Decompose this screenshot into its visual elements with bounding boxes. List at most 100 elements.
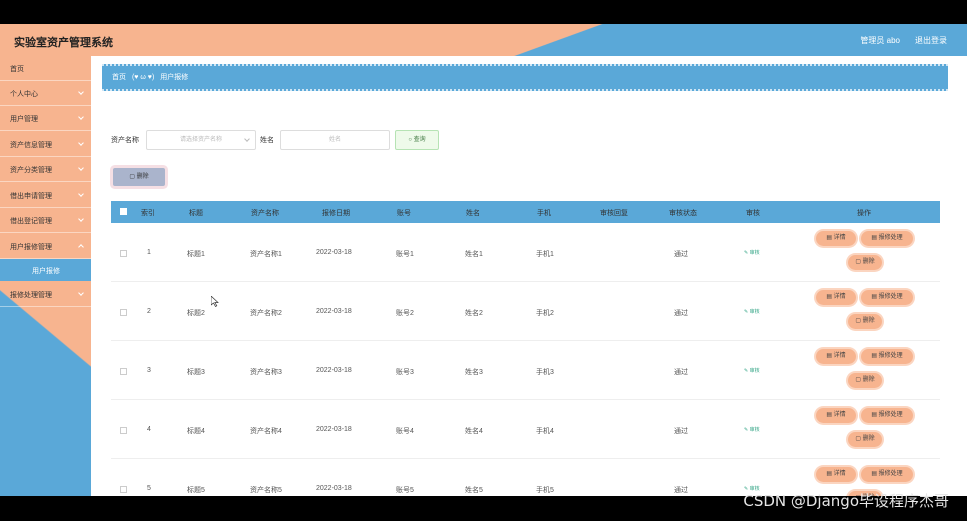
detail-button[interactable]: ▤ 详情 [816,408,856,423]
batch-delete-button[interactable]: ▢ 删除 [113,168,165,186]
select-all-checkbox[interactable] [120,208,127,215]
sidebar-item-label: 资产分类管理 [10,167,52,174]
cell-asset: 资产名称2 [250,310,282,317]
sidebar: 首页 个人中心 用户管理 资产信息管理 资产分类管理 借出申请管理 借出登记管理… [0,56,91,496]
table-row: 1 标题1 资产名称1 2022-03-18 账号1 姓名1 手机1 通过 ✎ … [111,223,940,282]
sidebar-item-label: 个人中心 [10,91,38,98]
edit-icon: ▤ [871,235,879,241]
trash-icon: ▢ [129,174,137,180]
repair-process-button[interactable]: ▤ 报修处理 [861,231,913,246]
repair-process-button[interactable]: ▤ 报修处理 [861,290,913,305]
name-label: 姓名 [260,137,274,144]
chevron-down-icon [78,89,84,95]
edit-icon: ▤ [871,412,879,418]
detail-label: 详情 [833,471,846,477]
row-checkbox[interactable] [120,486,127,493]
audit-label: 审核 [749,250,760,256]
cell-index: 4 [147,426,151,433]
delete-button[interactable]: ▢ 删除 [848,432,882,447]
batch-delete-label: 删除 [136,174,149,180]
sidebar-item-label: 报修处理管理 [10,292,52,299]
detail-label: 详情 [833,353,846,359]
chevron-down-icon [78,290,84,296]
trash-icon: ▢ [855,377,863,383]
repair-process-label: 报修处理 [878,412,903,418]
delete-button[interactable]: ▢ 删除 [848,373,882,388]
detail-button[interactable]: ▤ 详情 [816,349,856,364]
cell-phone: 手机1 [536,251,554,258]
trash-icon: ▢ [855,318,863,324]
cell-name: 姓名4 [465,428,483,435]
cell-phone: 手机5 [536,487,554,494]
cell-status: 通过 [674,487,688,494]
row-checkbox[interactable] [120,309,127,316]
detail-button[interactable]: ▤ 详情 [816,467,856,482]
col-index: 索引 [141,210,155,217]
sidebar-item-user-repair[interactable]: 用户报修管理 [0,234,91,259]
logout-link[interactable]: 退出登录 [915,35,947,46]
sidebar-item-label: 资产信息管理 [10,142,52,149]
sidebar-item-asset-info[interactable]: 资产信息管理 [0,132,91,157]
repair-process-button[interactable]: ▤ 报修处理 [861,408,913,423]
sidebar-item-label: 借出登记管理 [10,218,52,225]
cell-phone: 手机4 [536,428,554,435]
repair-process-button[interactable]: ▤ 报修处理 [861,349,913,364]
cell-status: 通过 [674,251,688,258]
repair-process-label: 报修处理 [878,294,903,300]
delete-label: 删除 [862,318,875,324]
cell-status: 通过 [674,369,688,376]
cell-account: 账号5 [396,487,414,494]
cell-name: 姓名2 [465,310,483,317]
table-header: 索引 标题 资产名称 报修日期 账号 姓名 手机 审核回复 审核状态 审核 操作 [111,201,940,223]
detail-label: 详情 [833,235,846,241]
delete-button[interactable]: ▢ 删除 [848,255,882,270]
document-icon: ▤ [826,412,834,418]
row-checkbox[interactable] [120,250,127,257]
chevron-down-icon [78,114,84,120]
trash-icon: ▢ [855,259,863,265]
sidebar-item-home[interactable]: 首页 [0,56,91,81]
breadcrumb-home[interactable]: 首页 [112,74,126,81]
app-window: 实验室资产管理系统 管理员 abo 退出登录 首页 个人中心 用户管理 资产信息… [0,24,967,496]
repair-process-label: 报修处理 [878,353,903,359]
cell-asset: 资产名称3 [250,369,282,376]
cell-account: 账号1 [396,251,414,258]
chevron-down-icon [244,136,250,142]
audit-link[interactable]: ✎ 审核 [744,367,760,374]
cell-asset: 资产名称1 [250,251,282,258]
query-button[interactable]: ○ 查询 [395,130,439,150]
sidebar-item-loan-apply[interactable]: 借出申请管理 [0,183,91,208]
row-checkbox[interactable] [120,368,127,375]
audit-link[interactable]: ✎ 审核 [744,426,760,433]
audit-link[interactable]: ✎ 审核 [744,308,760,315]
top-header: 实验室资产管理系统 管理员 abo 退出登录 [0,24,967,56]
delete-label: 删除 [862,436,875,442]
name-input[interactable]: 姓名 [280,130,390,150]
asset-name-select[interactable]: 请选择资产名称 [146,130,256,150]
cell-account: 账号2 [396,310,414,317]
sidebar-item-repair-process[interactable]: 报修处理管理 [0,282,91,307]
app-title: 实验室资产管理系统 [14,37,113,49]
cell-status: 通过 [674,310,688,317]
col-account: 账号 [397,210,411,217]
sidebar-subitem-user-repair[interactable]: 用户报修 [0,259,91,281]
chevron-down-icon [78,216,84,222]
asset-name-label: 资产名称 [111,137,139,144]
sidebar-item-loan-register[interactable]: 借出登记管理 [0,208,91,233]
audit-label: 审核 [749,309,760,315]
name-placeholder: 姓名 [328,137,341,143]
cell-date: 2022-03-18 [316,308,352,315]
edit-icon: ▤ [871,353,879,359]
detail-button[interactable]: ▤ 详情 [816,290,856,305]
sidebar-item-asset-category[interactable]: 资产分类管理 [0,157,91,182]
sidebar-item-label: 用户管理 [10,116,38,123]
sidebar-item-label: 首页 [10,66,24,73]
cell-date: 2022-03-18 [316,249,352,256]
detail-button[interactable]: ▤ 详情 [816,231,856,246]
row-checkbox[interactable] [120,427,127,434]
repair-process-button[interactable]: ▤ 报修处理 [861,467,913,482]
sidebar-item-users[interactable]: 用户管理 [0,106,91,131]
sidebar-item-personal[interactable]: 个人中心 [0,81,91,106]
audit-link[interactable]: ✎ 审核 [744,249,760,256]
delete-button[interactable]: ▢ 删除 [848,314,882,329]
